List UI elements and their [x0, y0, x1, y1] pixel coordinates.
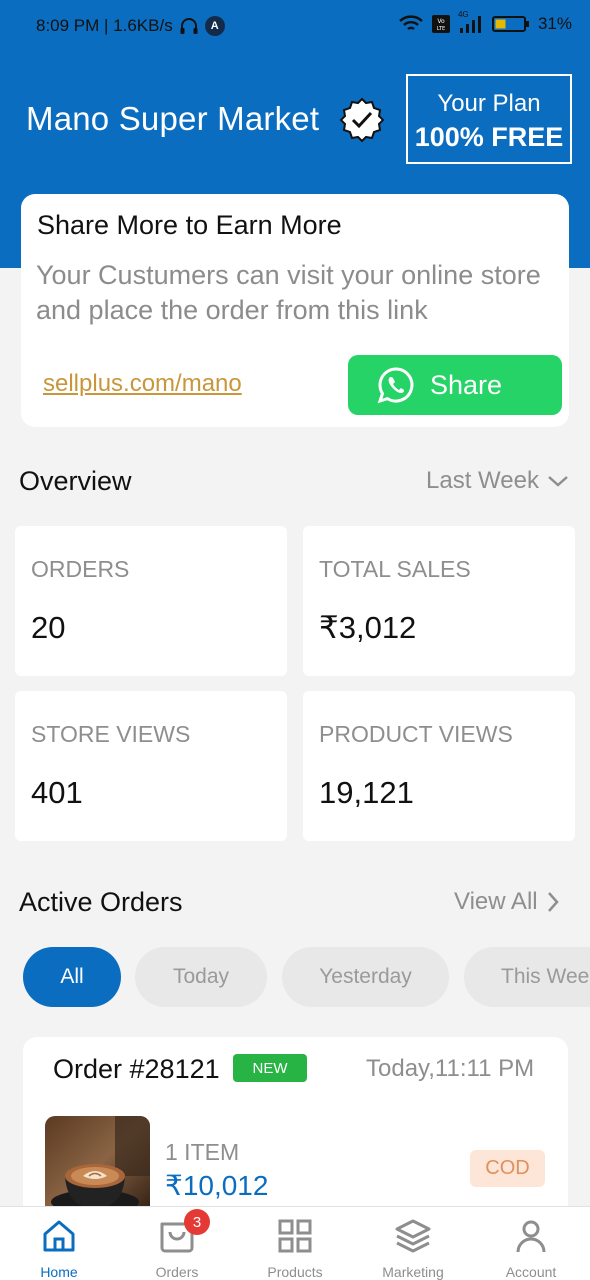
store-name: Mano Super Market — [26, 100, 320, 137]
stat-card-orders[interactable]: ORDERS 20 — [15, 526, 287, 676]
chip-yesterday[interactable]: Yesterday — [282, 947, 449, 1007]
overview-filter-dropdown[interactable]: Last Week — [426, 467, 569, 495]
nav-products[interactable]: Products — [236, 1207, 354, 1280]
home-icon — [40, 1217, 78, 1255]
nav-account-label: Account — [505, 1264, 557, 1280]
layers-icon — [394, 1217, 432, 1255]
nav-marketing[interactable]: Marketing — [354, 1207, 472, 1280]
stat-value: 19,121 — [319, 775, 414, 810]
view-all-link[interactable]: View All — [454, 888, 560, 916]
verified-badge-icon — [339, 97, 385, 143]
grid-icon — [276, 1217, 314, 1255]
stat-value: 401 — [31, 775, 83, 810]
network-type: 4G — [457, 10, 469, 19]
order-filter-chips: All Today Yesterday This Week — [23, 947, 590, 1007]
stat-value: ₹3,012 — [319, 610, 417, 645]
status-right: Vo LTE 4G 31% — [398, 10, 572, 34]
stat-card-total-sales[interactable]: TOTAL SALES ₹3,012 — [303, 526, 575, 676]
order-amount: ₹10,012 — [165, 1170, 269, 1201]
overview-filter-label: Last Week — [426, 467, 539, 494]
stat-label: ORDERS — [31, 556, 130, 582]
cart-icon: 3 — [158, 1209, 210, 1255]
view-all-label: View All — [454, 888, 538, 915]
signal-icon: 4G — [458, 10, 484, 34]
status-time: 8:09 PM | 1.6KB/s — [36, 16, 173, 35]
store-link[interactable]: sellplus.com/mano — [43, 370, 242, 398]
headphones-icon — [180, 18, 198, 34]
chevron-right-icon — [547, 892, 559, 912]
payment-badge: COD — [470, 1150, 545, 1187]
new-badge: NEW — [233, 1054, 307, 1082]
battery-percent: 31% — [537, 14, 572, 33]
nav-account[interactable]: Account — [472, 1207, 590, 1280]
share-card-title: Share More to Earn More — [37, 210, 342, 240]
nav-orders[interactable]: 3 Orders — [118, 1207, 236, 1280]
user-icon — [512, 1217, 550, 1255]
svg-text:LTE: LTE — [437, 26, 445, 32]
bottom-navigation: Home 3 Orders Products Marketing Account — [0, 1206, 590, 1280]
stat-label: TOTAL SALES — [319, 556, 471, 582]
whatsapp-icon — [377, 367, 414, 404]
app-notification-icon: A — [204, 16, 225, 36]
battery-icon — [491, 16, 529, 32]
nav-home[interactable]: Home — [0, 1207, 118, 1280]
stat-card-store-views[interactable]: STORE VIEWS 401 — [15, 691, 287, 841]
order-item-count: 1 ITEM — [165, 1139, 240, 1165]
status-left: 8:09 PM | 1.6KB/s A — [36, 16, 225, 36]
orders-count-badge: 3 — [184, 1209, 210, 1235]
order-time: Today,11:11 PM — [366, 1055, 535, 1082]
nav-orders-label: Orders — [155, 1264, 199, 1280]
chevron-down-icon — [548, 476, 568, 487]
plan-label: Your Plan — [437, 90, 541, 117]
stat-value: 20 — [31, 610, 66, 645]
nav-marketing-label: Marketing — [382, 1264, 444, 1280]
status-bar: 8:09 PM | 1.6KB/s A Vo LTE 4G 31% — [0, 0, 590, 54]
chip-today[interactable]: Today — [135, 947, 267, 1007]
stat-card-product-views[interactable]: PRODUCT VIEWS 19,121 — [303, 691, 575, 841]
volte-icon: VoLTE — [431, 15, 450, 33]
overview-title: Overview — [19, 466, 132, 496]
chip-this-week[interactable]: This Week — [464, 947, 590, 1007]
share-button[interactable]: Share — [348, 355, 562, 415]
stat-label: STORE VIEWS — [31, 721, 191, 747]
plan-value: 100% FREE — [414, 122, 564, 152]
share-card-description: Your Custumers can visit your online sto… — [36, 260, 541, 325]
share-button-label: Share — [430, 369, 503, 400]
stat-label: PRODUCT VIEWS — [319, 721, 513, 747]
nav-home-label: Home — [40, 1264, 78, 1280]
share-card: Share More to Earn More Your Custumers c… — [21, 194, 569, 427]
active-orders-title: Active Orders — [19, 887, 183, 917]
wifi-icon — [399, 15, 423, 31]
svg-text:Vo: Vo — [437, 18, 445, 25]
nav-products-label: Products — [267, 1264, 323, 1280]
order-id: Order #28121 — [53, 1054, 220, 1084]
plan-box[interactable]: Your Plan 100% FREE — [406, 74, 572, 164]
chip-all[interactable]: All — [23, 947, 121, 1007]
order-product-thumbnail — [45, 1116, 150, 1216]
